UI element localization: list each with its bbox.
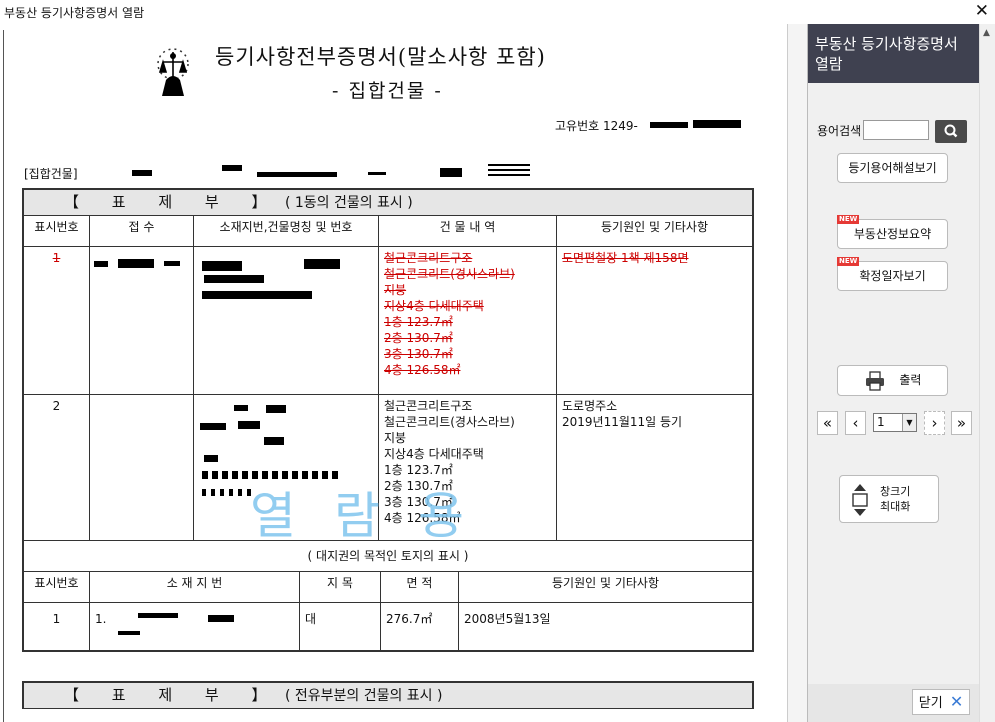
search-input[interactable] (863, 120, 929, 140)
side-panel: 부동산 등기사항증명서 열람 용어검색 등기용어해설보기 NEW 부동산정보요약… (808, 24, 979, 722)
next-page-button[interactable]: › (924, 411, 945, 435)
window-titlebar: 부동산 등기사항증명서 열람 ✕ (0, 0, 995, 24)
address-cell (193, 246, 379, 395)
redaction-block (257, 172, 337, 177)
printer-icon (865, 370, 884, 391)
print-button[interactable]: 출력 (837, 365, 948, 396)
table-row: 1 1. 대 276.7㎡ 2008년5월13일 (23, 601, 753, 651)
watermark-text: 열람용 (250, 487, 502, 545)
exclusive-section-table: 【 표 제 부 】 ( 전유부분의 건물의 표시 ) (22, 681, 754, 709)
redaction-block (693, 120, 741, 128)
col-area: 면 적 (380, 570, 459, 603)
section-header-building: 【 표 제 부 】 ( 1동의 건물의 표시 ) (23, 189, 753, 216)
new-badge: NEW (837, 215, 860, 224)
double-chevron-right-icon: » (956, 414, 967, 432)
chevron-down-icon: ▼ (902, 414, 916, 431)
col-display-number: 표시번호 (23, 570, 90, 603)
redaction-block (650, 122, 688, 128)
panel-header: 부동산 등기사항증명서 열람 (808, 24, 979, 83)
cause-cell: 도면편철장 1책 제158면 (556, 246, 753, 395)
area-cell: 276.7㎡ (380, 601, 459, 651)
new-badge: NEW (837, 257, 860, 266)
redaction-block (368, 172, 386, 175)
page-select[interactable]: 1 ▼ (873, 413, 917, 432)
document-subtitle: - 집합건물 - (332, 80, 443, 102)
glossary-button[interactable]: 등기용어해설보기 (837, 153, 948, 183)
building-detail-cell: 철근콘크리트구조 철근콘크리트(경사스라브) 지붕 지상4층 다세대주택 1층 … (378, 246, 557, 395)
col-land-address: 소 재 지 번 (89, 570, 300, 603)
title-section-table: 【 표 제 부 】 ( 1동의 건물의 표시 ) 표시번호 접 수 소재지번,건… (22, 188, 754, 652)
document-scrollbar[interactable] (788, 24, 807, 722)
document-viewer: 등기사항전부증명서(말소사항 포함) - 집합건물 - 고유번호 1249- [… (0, 24, 808, 722)
search-icon (944, 124, 958, 138)
cause-cell: 2008년5월13일 (458, 601, 753, 651)
col-building-detail: 건 물 내 역 (378, 215, 557, 247)
confirm-date-button[interactable]: NEW 확정일자보기 (837, 257, 948, 291)
redaction-block (488, 164, 530, 177)
cause-cell: 도로명주소 2019년11월11일 등기 (556, 394, 753, 541)
receipt-cell (89, 394, 194, 541)
window-close-icon[interactable]: ✕ (975, 1, 989, 21)
col-cause: 등기원인 및 기타사항 (458, 570, 753, 603)
col-cause: 등기원인 및 기타사항 (556, 215, 753, 247)
page-left-border (3, 30, 4, 722)
chevron-right-icon: › (931, 414, 938, 432)
search-button[interactable] (935, 120, 967, 143)
resize-vertical-icon (852, 484, 868, 516)
search-label: 용어검색 (817, 124, 862, 138)
property-summary-button[interactable]: NEW 부동산정보요약 (837, 215, 948, 249)
panel-footer: 닫기 ✕ (808, 684, 979, 722)
panel-scrollbar[interactable]: ▲ (979, 24, 995, 722)
unique-number-label: 고유번호 1249- (555, 119, 638, 133)
section-header-exclusive: 【 표 제 부 】 ( 전유부분의 건물의 표시 ) (23, 682, 753, 709)
document-title: 등기사항전부증명서(말소사항 포함) (215, 45, 546, 69)
redaction-block (440, 168, 462, 177)
close-button[interactable]: 닫기 ✕ (912, 689, 970, 715)
land-category-cell: 대 (299, 601, 381, 651)
display-number: 1 (23, 601, 90, 651)
col-display-number: 표시번호 (23, 215, 90, 247)
land-address-cell: 1. (89, 601, 300, 651)
maximize-window-button[interactable]: 창크기 최대화 (839, 475, 939, 523)
receipt-cell (89, 246, 194, 395)
building-kind-label: [집합건물] (24, 167, 78, 181)
first-page-button[interactable]: « (817, 411, 838, 435)
redaction-block (222, 165, 242, 171)
col-receipt: 접 수 (89, 215, 194, 247)
col-land-category: 지 목 (299, 570, 381, 603)
close-icon: ✕ (949, 692, 964, 711)
last-page-button[interactable]: » (951, 411, 972, 435)
table-row: 1 철근콘크리트구조 철근콘크리트(경사스라브) 지붕 지상4층 다세대주택 1… (23, 246, 753, 395)
redaction-block (132, 170, 152, 176)
scroll-up-icon[interactable]: ▲ (983, 28, 990, 38)
chevron-left-icon: ‹ (852, 414, 859, 432)
prev-page-button[interactable]: ‹ (845, 411, 866, 435)
display-number: 1 (23, 246, 90, 395)
court-seal-icon (157, 48, 189, 96)
window-title: 부동산 등기사항증명서 열람 (4, 6, 145, 20)
col-address: 소재지번,건물명칭 및 번호 (193, 215, 379, 247)
display-number: 2 (23, 394, 90, 541)
double-chevron-left-icon: « (822, 414, 833, 432)
